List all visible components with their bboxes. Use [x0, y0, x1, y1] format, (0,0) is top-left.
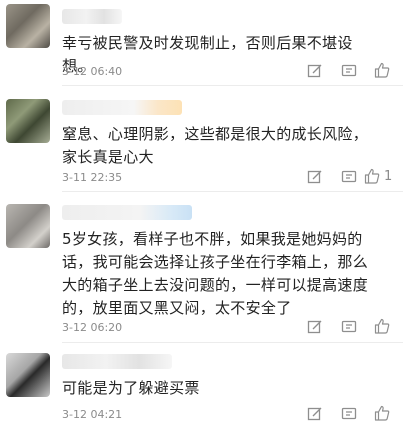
comment-time: 3-12 06:40: [62, 65, 123, 78]
edit-icon[interactable]: [307, 406, 323, 422]
comment-text: 窒息、心理阴影，这些都是很大的成长风险，家长真是心大: [62, 125, 369, 166]
avatar[interactable]: [6, 204, 50, 248]
like-count: 1: [384, 169, 393, 184]
like-icon[interactable]: [374, 405, 390, 421]
edit-icon[interactable]: [307, 63, 323, 79]
comment-text: 可能是为了躲避买票: [62, 379, 200, 397]
username[interactable]: [62, 354, 172, 369]
edit-icon[interactable]: [307, 319, 323, 335]
like-icon[interactable]: [374, 62, 390, 78]
username[interactable]: [62, 205, 192, 220]
username[interactable]: [62, 100, 182, 115]
username[interactable]: [62, 9, 122, 24]
comment-time: 3-11 22:35: [62, 171, 123, 184]
comment-item: 幸亏被民警及时发现制止，否则后果不堪设想。 3-12 06:40: [0, 0, 403, 86]
comment-text: 5岁女孩，看样子也不胖，如果我是她妈妈的话，我可能会选择让孩子坐在行李箱上，那么…: [62, 230, 369, 317]
avatar[interactable]: [6, 4, 50, 48]
comment-icon[interactable]: [341, 319, 357, 335]
comment-icon[interactable]: [341, 63, 357, 79]
comment-item: 窒息、心理阴影，这些都是很大的成长风险，家长真是心大 3-11 22:35 1: [0, 86, 403, 192]
avatar[interactable]: [6, 99, 50, 143]
comment-item: 5岁女孩，看样子也不胖，如果我是她妈妈的话，我可能会选择让孩子坐在行李箱上，那么…: [0, 192, 403, 343]
avatar[interactable]: [6, 353, 50, 397]
like-icon[interactable]: [364, 168, 380, 184]
comment-time: 3-12 04:21: [62, 408, 123, 421]
comment-item: 可能是为了躲避买票 3-12 04:21: [0, 343, 403, 432]
comment-time: 3-12 06:20: [62, 321, 123, 334]
comment-icon[interactable]: [341, 406, 357, 422]
like-icon[interactable]: [374, 318, 390, 334]
comment-icon[interactable]: [341, 169, 357, 185]
edit-icon[interactable]: [307, 169, 323, 185]
